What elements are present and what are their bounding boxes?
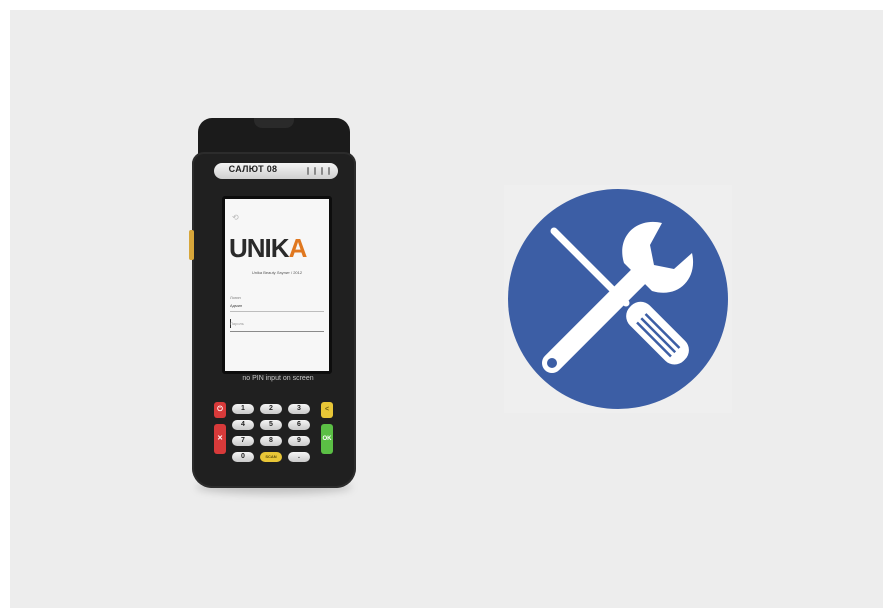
indicator-lights: [307, 167, 330, 175]
screen-caption: no PIN input on screen: [242, 375, 314, 382]
key-4[interactable]: 4: [232, 420, 254, 430]
password-field[interactable]: Пароль: [230, 321, 244, 326]
power-key[interactable]: ⏻: [214, 402, 226, 418]
clear-key[interactable]: <: [321, 402, 333, 418]
cancel-key[interactable]: ✕: [214, 424, 226, 454]
key-5[interactable]: 5: [260, 420, 282, 430]
key-2[interactable]: 2: [260, 404, 282, 414]
keypad: ⏻ ✕ < OK 1 2 3 4 5 6 7 8 9 0 SCAN .: [214, 402, 338, 462]
key-9[interactable]: 9: [288, 436, 310, 446]
pos-terminal: САЛЮТ 08 ⟲ UNIKA Unika Beauty Лаунит / 2…: [188, 108, 360, 496]
logo-main-text: UNIK: [229, 233, 290, 263]
tools-icon-graphic: [508, 189, 728, 409]
key-dot[interactable]: .: [288, 452, 310, 462]
printer-ridge: [254, 118, 294, 128]
brand-strip: САЛЮТ 08: [214, 163, 338, 179]
tools-icon: [504, 185, 732, 413]
logo-subtitle: Unika Beauty Лаунит / 2012: [251, 270, 303, 275]
back-icon[interactable]: ⟲: [232, 213, 239, 222]
side-button[interactable]: [189, 230, 194, 260]
key-3[interactable]: 3: [288, 404, 310, 414]
key-8[interactable]: 8: [260, 436, 282, 446]
key-6[interactable]: 6: [288, 420, 310, 430]
canvas: [10, 10, 883, 608]
scan-key[interactable]: SCAN: [260, 452, 282, 462]
login-label: Логин: [230, 295, 241, 300]
logo-accent-text: A: [288, 233, 308, 263]
key-7[interactable]: 7: [232, 436, 254, 446]
login-underline: [230, 311, 324, 312]
password-underline: [230, 331, 324, 332]
terminal-screen[interactable]: ⟲ UNIKA Unika Beauty Лаунит / 2012 Логин…: [222, 196, 332, 374]
unika-logo: UNIKA: [229, 233, 329, 263]
brand-name: САЛЮТ 08: [228, 164, 278, 174]
key-0[interactable]: 0: [232, 452, 254, 462]
ok-key[interactable]: OK: [321, 424, 333, 454]
login-field[interactable]: Админ: [230, 303, 242, 308]
key-1[interactable]: 1: [232, 404, 254, 414]
